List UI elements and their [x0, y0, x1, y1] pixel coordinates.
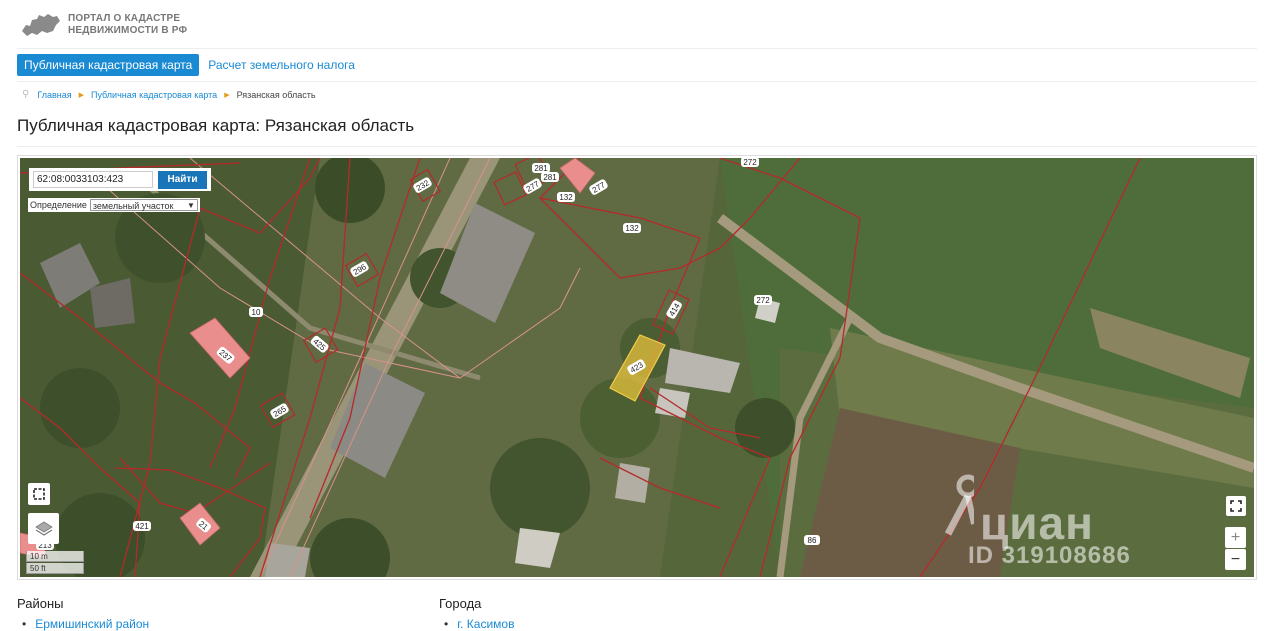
nav-tabs: Публичная кадастровая карта Расчет земел… [17, 54, 355, 76]
parcel-label[interactable]: 132 [559, 193, 573, 202]
russia-map-icon [22, 14, 60, 36]
watermark-id: ID 319108686 [968, 542, 1131, 569]
parcel-label[interactable]: 132 [625, 224, 639, 233]
definition-label: Определение [30, 200, 87, 210]
crop-select-icon [33, 488, 45, 500]
parcel-label[interactable]: 281 [543, 173, 557, 182]
districts-heading: Районы [17, 596, 64, 611]
page-title: Публичная кадастровая карта: Рязанская о… [17, 116, 415, 135]
breadcrumb-current: Рязанская область [236, 89, 316, 100]
parcel-label[interactable]: 281 [534, 164, 548, 173]
logo-line2: НЕДВИЖИМОСТИ В РФ [68, 25, 188, 36]
breadcrumb-arrow-icon: ▶ [78, 91, 84, 99]
chevron-down-icon: ▼ [186, 201, 195, 210]
parcel-label[interactable]: 272 [743, 158, 757, 167]
cadastral-search: Найти [29, 168, 211, 191]
divider [17, 146, 1257, 147]
parcel-label[interactable]: 10 [252, 308, 261, 317]
zoom-out-button[interactable]: − [1225, 549, 1246, 570]
parcel-label[interactable]: 421 [135, 522, 149, 531]
district-link[interactable]: Ермишинский район [22, 617, 149, 631]
definition-row: Определение земельный участок ▼ [28, 198, 200, 212]
definition-selected: земельный участок [92, 201, 174, 211]
divider [17, 48, 1257, 49]
breadcrumb-home[interactable]: Главная [37, 90, 71, 100]
zoom-in-button[interactable]: + [1225, 527, 1246, 548]
cities-heading: Города [439, 596, 482, 611]
scale-metric: 10 m [26, 551, 84, 562]
fullscreen-icon [1230, 500, 1242, 512]
location-pin-icon: ⚲ [22, 89, 30, 100]
divider [17, 81, 1257, 82]
parcel-label[interactable]: 272 [756, 296, 770, 305]
logo-line1: ПОРТАЛ О КАДАСТРЕ [68, 13, 181, 24]
parcel-label[interactable]: 86 [808, 536, 817, 545]
definition-select[interactable]: земельный участок ▼ [89, 199, 198, 211]
city-link[interactable]: г. Касимов [444, 617, 514, 631]
breadcrumb-map[interactable]: Публичная кадастровая карта [91, 90, 217, 100]
fullscreen-button[interactable] [1226, 496, 1246, 516]
cadastral-map[interactable]: 281 281 277 277 232 132 132 272 272 296 … [20, 158, 1254, 577]
tab-public-cadastral-map[interactable]: Публичная кадастровая карта [17, 54, 200, 76]
find-button[interactable]: Найти [158, 170, 207, 189]
cadastral-number-input[interactable] [33, 171, 153, 188]
tab-land-tax-calc[interactable]: Расчет земельного налога [208, 58, 355, 72]
layers-icon [34, 521, 53, 536]
breadcrumb-arrow-icon: ▶ [224, 91, 230, 99]
cian-pin-icon [944, 474, 974, 536]
site-logo[interactable]: ПОРТАЛ О КАДАСТРЕ НЕДВИЖИМОСТИ В РФ [20, 10, 187, 40]
breadcrumb: ⚲ Главная ▶ Публичная кадастровая карта … [22, 89, 316, 100]
scale-imperial: 50 ft [26, 563, 84, 574]
layers-button[interactable] [28, 513, 59, 544]
select-area-button[interactable] [28, 483, 50, 505]
